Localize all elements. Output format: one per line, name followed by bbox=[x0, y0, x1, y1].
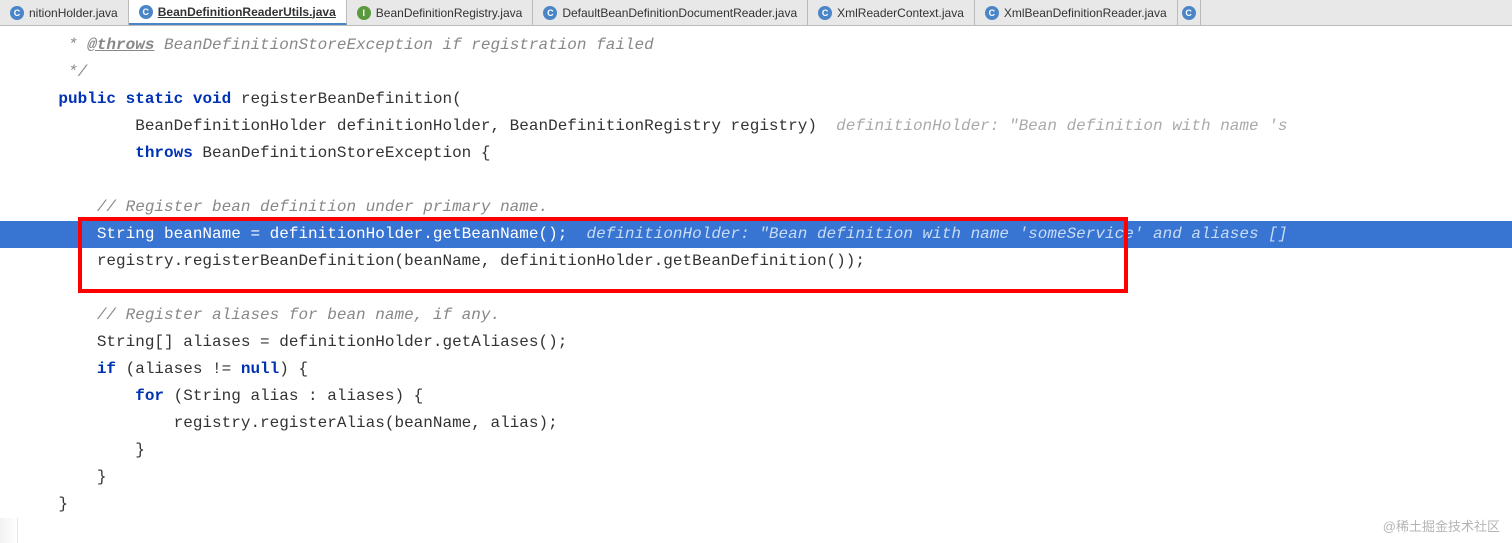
code-line[interactable]: } bbox=[0, 491, 1512, 518]
tab-file-0[interactable]: C nitionHolder.java bbox=[0, 0, 129, 25]
editor-tab-bar: C nitionHolder.java C BeanDefinitionRead… bbox=[0, 0, 1512, 26]
code-line[interactable]: } bbox=[0, 464, 1512, 491]
tab-file-overflow[interactable]: C bbox=[1178, 0, 1201, 25]
java-class-icon: C bbox=[10, 6, 24, 20]
code-line[interactable]: for (String alias : aliases) { bbox=[0, 383, 1512, 410]
java-class-icon: C bbox=[818, 6, 832, 20]
tab-file-5[interactable]: C XmlBeanDefinitionReader.java bbox=[975, 0, 1178, 25]
code-line[interactable]: registry.registerAlias(beanName, alias); bbox=[0, 410, 1512, 437]
code-line[interactable] bbox=[0, 167, 1512, 194]
code-line[interactable] bbox=[0, 275, 1512, 302]
code-line[interactable]: registry.registerBeanDefinition(beanName… bbox=[0, 248, 1512, 275]
code-editor[interactable]: * @throws BeanDefinitionStoreException i… bbox=[0, 26, 1512, 518]
code-line[interactable]: * @throws BeanDefinitionStoreException i… bbox=[0, 32, 1512, 59]
tab-file-2[interactable]: I BeanDefinitionRegistry.java bbox=[347, 0, 534, 25]
code-line-highlighted[interactable]: String beanName = definitionHolder.getBe… bbox=[0, 221, 1512, 248]
tab-file-4[interactable]: C XmlReaderContext.java bbox=[808, 0, 975, 25]
code-line[interactable]: if (aliases != null) { bbox=[0, 356, 1512, 383]
code-line[interactable]: // Register aliases for bean name, if an… bbox=[0, 302, 1512, 329]
tab-label: BeanDefinitionReaderUtils.java bbox=[158, 5, 336, 19]
code-line[interactable]: */ bbox=[0, 59, 1512, 86]
inline-hint: definitionHolder: "Bean definition with … bbox=[587, 225, 1288, 243]
watermark-text: @稀土掘金技术社区 bbox=[1383, 516, 1500, 535]
java-class-icon: C bbox=[1182, 6, 1196, 20]
code-line[interactable]: } bbox=[0, 437, 1512, 464]
tab-label: BeanDefinitionRegistry.java bbox=[376, 6, 523, 20]
code-line[interactable]: BeanDefinitionHolder definitionHolder, B… bbox=[0, 113, 1512, 140]
tab-label: DefaultBeanDefinitionDocumentReader.java bbox=[562, 6, 797, 20]
tab-label: XmlReaderContext.java bbox=[837, 6, 964, 20]
code-line[interactable]: throws BeanDefinitionStoreException { bbox=[0, 140, 1512, 167]
java-class-icon: C bbox=[139, 5, 153, 19]
tab-label: XmlBeanDefinitionReader.java bbox=[1004, 6, 1167, 20]
tab-file-1[interactable]: C BeanDefinitionReaderUtils.java bbox=[129, 0, 347, 25]
code-line[interactable]: String[] aliases = definitionHolder.getA… bbox=[0, 329, 1512, 356]
tab-label: nitionHolder.java bbox=[29, 6, 118, 20]
tab-file-3[interactable]: C DefaultBeanDefinitionDocumentReader.ja… bbox=[533, 0, 808, 25]
code-line[interactable]: public static void registerBeanDefinitio… bbox=[0, 86, 1512, 113]
java-class-icon: C bbox=[543, 6, 557, 20]
java-interface-icon: I bbox=[357, 6, 371, 20]
code-line[interactable]: // Register bean definition under primar… bbox=[0, 194, 1512, 221]
java-class-icon: C bbox=[985, 6, 999, 20]
inline-hint: definitionHolder: "Bean definition with … bbox=[836, 117, 1287, 135]
